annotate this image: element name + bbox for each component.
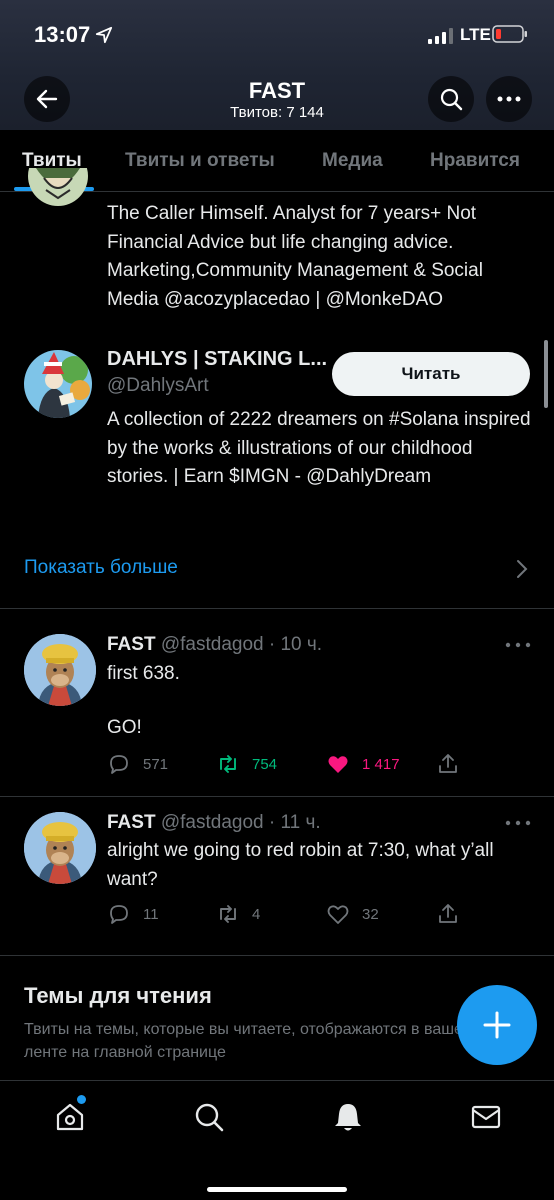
reply-count: 11 [143,905,159,923]
tweet-meta: @fastdagod · 10 ч. [160,634,323,655]
search-icon [440,88,463,111]
follow-button[interactable]: Читать [332,352,530,396]
tweet-more-icon[interactable] [504,640,532,650]
divider [0,796,554,797]
recommendation-bio: A collection of 2222 dreamers on #Solana… [107,409,531,487]
nav-row: FAST Твитов: 7 144 [0,70,554,130]
tab-likes[interactable]: Нравится [430,150,520,172]
tweet-text: alright we going to red robin at 7:30, w… [107,840,494,890]
chevron-right-icon [517,560,528,578]
home-notification-dot [77,1095,86,1104]
retweet-action[interactable]: 754 [216,752,277,776]
recommendation-name[interactable]: DAHLYS | STAKING L... [107,348,332,371]
search-button[interactable] [428,76,474,122]
location-arrow-icon [95,26,113,44]
share-action[interactable] [436,752,460,776]
tab-media[interactable]: Медиа [322,150,383,172]
reply-icon [110,755,128,774]
recommendation-handle: @DahlysArt [107,375,209,396]
compose-button[interactable] [457,985,537,1065]
avatar[interactable] [24,350,92,418]
reply-action[interactable]: 11 [107,902,159,926]
share-action[interactable] [436,902,460,926]
topics-title: Темы для чтения [24,983,212,1008]
retweet-count: 754 [252,755,278,773]
notifications-icon[interactable] [332,1101,364,1133]
scroll-indicator [544,340,548,408]
tweet-meta: @fastdagod · 11 ч. [160,812,321,833]
like-action[interactable]: 32 [326,902,379,926]
tweet-author-name[interactable]: FAST [107,812,156,833]
home-indicator [207,1187,347,1192]
show-more-link[interactable]: Показать больше [24,557,178,579]
tweet-more-icon[interactable] [504,818,532,828]
home-icon[interactable] [54,1101,86,1133]
like-count: 1 417 [362,755,400,773]
battery-icon [492,25,527,43]
reply-action[interactable]: 571 [107,752,168,776]
like-icon [327,905,349,924]
profile-screen: 13:07 LTE FAST Твитов: 7 144 Твиты Твиты… [0,0,554,1200]
share-icon [439,904,457,923]
like-icon [328,756,348,773]
recommendation-bio: The Caller Himself. Analyst for 7 years+… [107,203,483,310]
tweet-author-name[interactable]: FAST [107,634,156,655]
reply-icon [110,905,128,924]
retweet-count: 4 [252,905,261,923]
reply-count: 571 [143,755,169,773]
retweet-icon [220,755,236,773]
divider [0,955,554,956]
tweet-text: GO! [107,717,142,738]
tweet-text: first 638. [107,663,180,684]
divider [0,608,554,609]
signal-icon [428,28,453,44]
retweet-icon [220,905,236,923]
tab-tweets-replies[interactable]: Твиты и ответы [125,150,275,172]
compose-icon [483,1011,511,1039]
retweet-action[interactable]: 4 [216,902,260,926]
status-bar: 13:07 LTE [0,0,554,70]
profile-header: 13:07 LTE FAST Твитов: 7 144 [0,0,554,130]
tweet-header: FAST @fastdagod · 11 ч. [107,812,321,834]
explore-icon[interactable] [193,1101,225,1133]
more-icon [497,96,521,102]
bottom-nav [0,1080,554,1200]
avatar[interactable] [24,812,96,884]
topics-subtitle: Твиты на темы, которые вы читаете, отобр… [24,1021,472,1061]
avatar[interactable] [24,634,96,706]
status-time: 13:07 [34,22,91,47]
tweet-header: FAST @fastdagod · 10 ч. [107,634,322,656]
more-button[interactable] [486,76,532,122]
avatar[interactable] [24,168,92,212]
share-icon [439,754,457,773]
network-label: LTE [460,25,491,44]
like-action[interactable]: 1 417 [326,752,400,776]
messages-icon[interactable] [470,1101,502,1133]
like-count: 32 [362,905,379,923]
